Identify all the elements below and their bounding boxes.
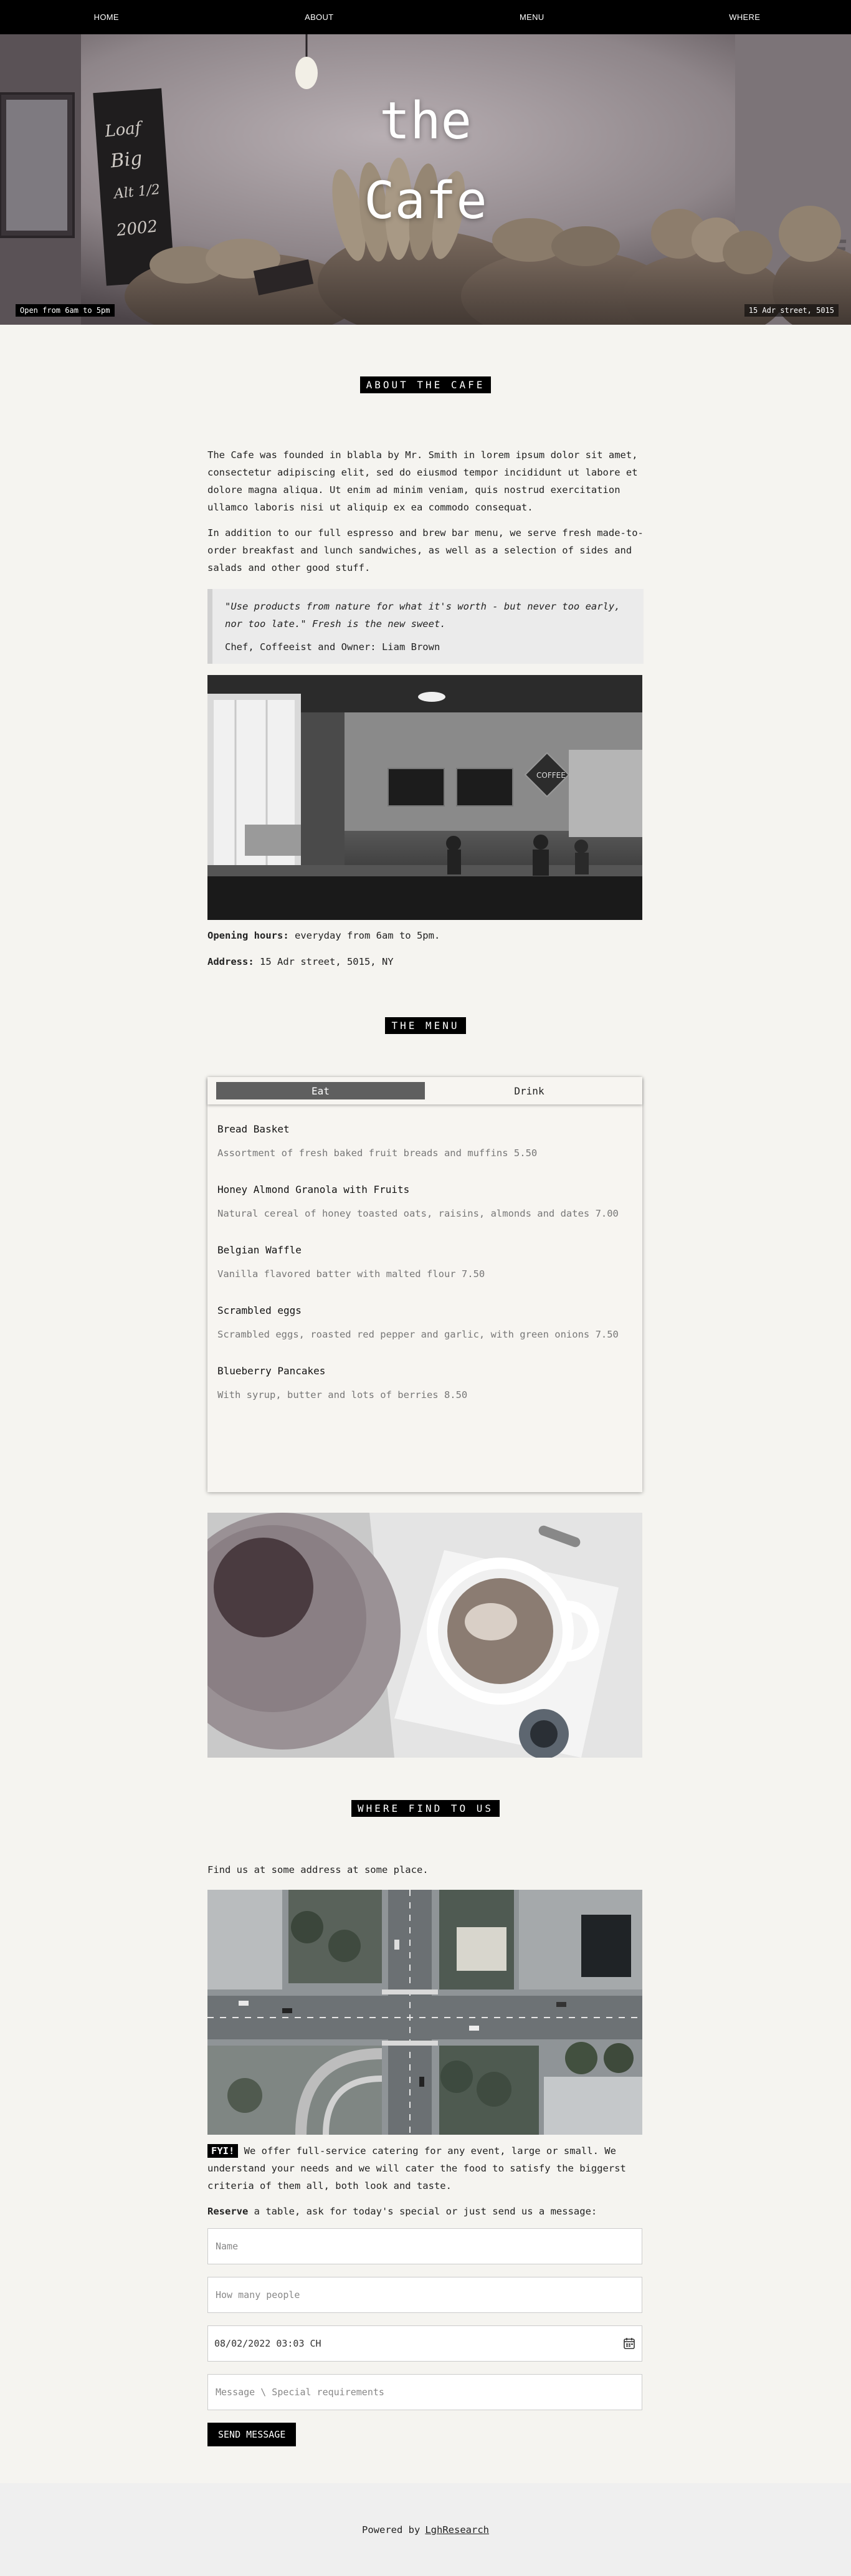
nav-home-link[interactable]: HOME <box>0 0 213 34</box>
menu-heading-label: THE MENU <box>385 1017 466 1034</box>
reservation-form: 08/02/2022 03:03 CH SEND MESSAGE <box>207 2228 644 2446</box>
message-input[interactable] <box>214 2386 635 2398</box>
menu-item-name: Blueberry Pancakes <box>217 1365 326 1377</box>
datetime-input[interactable]: 08/02/2022 03:03 CH <box>207 2325 642 2362</box>
reserve-text: a table, ask for today's special or just… <box>254 2206 597 2217</box>
tab-eat[interactable]: Eat <box>216 1082 425 1099</box>
where-intro: Find us at some address at some place. <box>207 1861 644 1887</box>
menu-item-desc: With syrup, butter and lots of berries 8… <box>217 1389 468 1401</box>
about-section: The Cafe was founded in blabla by Mr. Sm… <box>207 446 644 676</box>
address-value: 15 Adr street, 5015, NY <box>260 956 394 967</box>
hero-address-badge: 15 Adr street, 5015 <box>744 304 839 317</box>
menu-item-desc: Assortment of fresh baked fruit breads a… <box>217 1147 538 1159</box>
where-heading: WHERE FIND TO US <box>0 1800 851 1817</box>
message-field-wrapper <box>207 2374 642 2410</box>
fyi-text: We offer full-service catering for any e… <box>207 2145 626 2191</box>
people-field-wrapper <box>207 2277 642 2313</box>
send-message-button[interactable]: SEND MESSAGE <box>207 2423 297 2446</box>
where-details: FYI! We offer full-service catering for … <box>207 2142 644 2446</box>
people-input[interactable] <box>214 2289 635 2301</box>
svg-text:Big: Big <box>109 147 143 172</box>
menu-item: Belgian Waffle Vanilla flavored batter w… <box>217 1244 632 1280</box>
opening-hours: Opening hours: everyday from 6am to 5pm. <box>207 927 644 944</box>
svg-text:COFFEE: COFFEE <box>536 771 566 780</box>
where-intro-text: Find us at some address at some place. <box>207 1864 429 1875</box>
about-paragraph-1: The Cafe was founded in blabla by Mr. Sm… <box>207 449 638 513</box>
hero-banner: Loaf Big Alt 1/2 2002 BRE the Cafe Open <box>0 34 851 325</box>
about-heading: ABOUT THE CAFE <box>0 376 851 393</box>
reserve-note: Reserve a table, ask for today's special… <box>207 2203 644 2220</box>
menu-item-desc: Natural cereal of honey toasted oats, ra… <box>217 1208 619 1219</box>
nav-where-link[interactable]: WHERE <box>639 0 851 34</box>
nav-menu-link[interactable]: MENU <box>426 0 639 34</box>
aerial-map-image <box>207 1890 642 2135</box>
menu-item-name: Honey Almond Granola with Fruits <box>217 1184 410 1195</box>
hero-title-line1: the <box>379 92 472 151</box>
footer: Powered by LghResearch <box>0 2483 851 2576</box>
cafe-interior-image: COFFEE <box>207 675 642 920</box>
catering-note: FYI! We offer full-service catering for … <box>207 2142 644 2195</box>
menu-item: Bread Basket Assortment of fresh baked f… <box>217 1123 632 1159</box>
calendar-icon[interactable] <box>623 2337 635 2350</box>
fyi-badge: FYI! <box>207 2144 239 2158</box>
opening-hours-value: everyday from 6am to 5pm. <box>295 930 440 941</box>
menu-heading: THE MENU <box>0 1017 851 1034</box>
name-input[interactable] <box>214 2240 635 2253</box>
menu-item: Scrambled eggs Scrambled eggs, roasted r… <box>217 1305 632 1340</box>
address: Address: 15 Adr street, 5015, NY <box>207 954 644 970</box>
owner-quote: "Use products from nature for what it's … <box>207 589 644 664</box>
about-heading-label: ABOUT THE CAFE <box>359 376 492 393</box>
menu-item-desc: Scrambled eggs, roasted red pepper and g… <box>217 1329 619 1340</box>
contact-info: Opening hours: everyday from 6am to 5pm.… <box>207 927 644 970</box>
footer-powered-by: Powered by <box>362 2524 421 2535</box>
tab-drink[interactable]: Drink <box>425 1082 634 1099</box>
opening-hours-label: Opening hours: <box>207 930 289 941</box>
menu-item-desc: Vanilla flavored batter with malted flou… <box>217 1268 485 1280</box>
menu-item-name: Scrambled eggs <box>217 1305 302 1316</box>
coffee-cup-image <box>207 1513 642 1758</box>
datetime-value: 08/02/2022 03:03 CH <box>214 2338 321 2349</box>
menu-item: Honey Almond Granola with Fruits Natural… <box>217 1184 632 1219</box>
quote-author: Chef, Coffeeist and Owner: Liam Brown <box>225 641 440 653</box>
footer-credit-link[interactable]: LghResearch <box>425 2524 489 2535</box>
menu-tabs: Eat Drink <box>207 1077 642 1104</box>
hero-title-line2: Cafe <box>364 171 487 231</box>
where-heading-label: WHERE FIND TO US <box>351 1800 500 1817</box>
name-field-wrapper <box>207 2228 642 2264</box>
menu-items-list: Bread Basket Assortment of fresh baked f… <box>207 1104 642 1401</box>
menu-item: Blueberry Pancakes With syrup, butter an… <box>217 1365 632 1401</box>
top-nav: HOME ABOUT MENU WHERE <box>0 0 851 34</box>
menu-item-name: Bread Basket <box>217 1123 290 1135</box>
menu-card: Eat Drink Bread Basket Assortment of fre… <box>207 1077 642 1492</box>
reserve-label: Reserve <box>207 2206 249 2217</box>
hero-hours-badge: Open from 6am to 5pm <box>16 304 115 317</box>
quote-text: "Use products from nature for what it's … <box>225 601 620 630</box>
menu-item-name: Belgian Waffle <box>217 1244 302 1256</box>
address-label: Address: <box>207 956 254 967</box>
nav-about-link[interactable]: ABOUT <box>213 0 426 34</box>
about-paragraph-2: In addition to our full espresso and bre… <box>207 527 644 573</box>
